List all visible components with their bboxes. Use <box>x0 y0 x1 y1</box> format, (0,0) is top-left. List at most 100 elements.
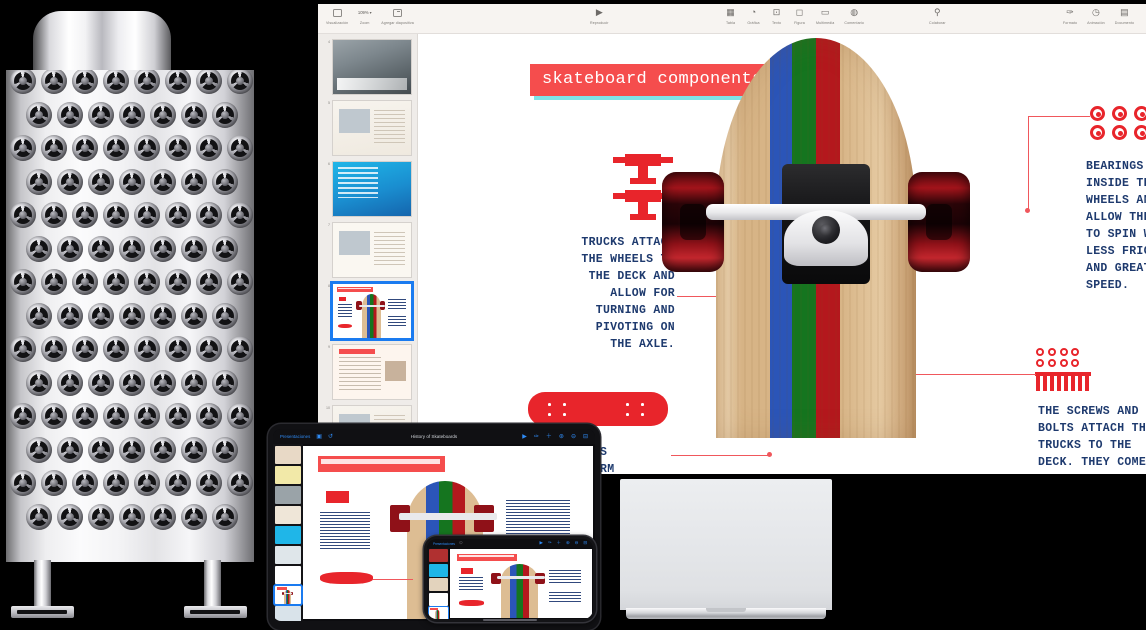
chart-button[interactable]: ◔ Gráfica <box>747 7 760 25</box>
media-icon[interactable]: ⊛ <box>566 540 570 545</box>
lattice-hole <box>103 470 129 496</box>
ipad-slide-thumbnail[interactable] <box>275 466 301 484</box>
slide-canvas[interactable]: skateboard components TRUCKS ATTACH THE W… <box>418 34 1146 474</box>
more-icon[interactable]: ⊟ <box>583 540 587 545</box>
slide-thumbnail[interactable] <box>330 281 414 341</box>
trucks-callout-text: TRUCKS ATTACH THE WHEELS TO THE DECK AND AL… <box>528 234 675 353</box>
table-icon: ▦ <box>726 7 735 17</box>
lattice-hole <box>25 436 52 463</box>
add-icon[interactable]: ＋ <box>557 540 561 545</box>
iphone-slide-navigator[interactable] <box>427 548 449 619</box>
play-icon[interactable]: ▶ <box>522 434 527 440</box>
slide-thumbnail[interactable] <box>332 222 412 278</box>
slide-navigator[interactable]: 4 5 6 7 8 9 10 <box>318 34 418 474</box>
iphone-screen: Presentaciones ⊙ ▶ ✑ ＋ ⊛ ⊖ ⊟ <box>427 539 593 621</box>
iphone-slide-thumbnail[interactable] <box>428 549 448 562</box>
animate-button[interactable]: ◷ Animación <box>1087 7 1105 25</box>
comment-button[interactable]: ◍ Comentario <box>844 7 864 25</box>
callout-line: ALLOW FOR <box>610 287 675 300</box>
lattice-hole <box>103 403 129 429</box>
lattice-hole <box>56 503 83 530</box>
toolbar-right-group: ✑ Formato ◷ Animación ▤ Documento <box>1063 7 1134 25</box>
collaborate-icon[interactable]: ⊖ <box>571 434 576 440</box>
screws-and-bolts-icon <box>1034 348 1091 391</box>
add-icon[interactable]: ＋ <box>546 434 552 440</box>
lattice-hole <box>103 336 129 362</box>
play-icon[interactable]: ▶ <box>539 540 542 545</box>
slide-thumbnail[interactable] <box>332 161 412 217</box>
text-button[interactable]: ⊡ Texto <box>770 7 783 25</box>
thumbnail-row[interactable]: 6 <box>324 161 413 217</box>
text-icon: ⊡ <box>772 7 781 17</box>
ipad-slide-thumbnail[interactable] <box>275 506 301 524</box>
slide-thumbnail[interactable] <box>332 344 412 400</box>
play-label: Reproducir <box>590 20 609 25</box>
toolbar-collab-group: ⚲ Colaborar <box>929 7 946 25</box>
add-slide-button[interactable]: Agregar diapositiva <box>381 7 414 25</box>
iphone-slide-canvas[interactable] <box>450 549 592 618</box>
lattice-hole <box>180 503 207 530</box>
view-button[interactable]: Visualización <box>326 7 348 25</box>
lattice-hole <box>118 369 145 396</box>
iphone-slide-thumbnail[interactable] <box>427 606 449 619</box>
more-icon[interactable]: ⊟ <box>583 434 588 440</box>
collaborate-icon[interactable]: ⊖ <box>575 540 579 545</box>
slide-thumbnail[interactable] <box>332 39 412 95</box>
media-button[interactable]: ▭ Multimedia <box>816 7 834 25</box>
shape-button[interactable]: ◻ Figura <box>793 7 806 25</box>
ipad-slide-thumbnail[interactable] <box>275 486 301 504</box>
document-button[interactable]: ▤ Documento <box>1115 7 1134 25</box>
lattice-hole <box>211 503 238 530</box>
thumbnail-row[interactable]: 4 <box>324 39 413 95</box>
bearing-ring <box>1112 106 1127 121</box>
leader-dot-bearings <box>1025 208 1030 213</box>
lattice-hole <box>196 336 222 362</box>
format-brush-icon[interactable]: ✑ <box>534 434 539 440</box>
undo-icon[interactable]: ↺ <box>328 434 333 440</box>
lattice-hole <box>87 168 114 195</box>
thumbnail-row[interactable]: 5 <box>324 100 413 156</box>
iphone-back-button[interactable]: Presentaciones <box>433 542 455 546</box>
table-button[interactable]: ▦ Tabla <box>724 7 737 25</box>
more-icon[interactable]: ⊙ <box>459 540 463 545</box>
leader-line-deck <box>671 455 771 457</box>
lattice-hole <box>180 235 207 262</box>
lattice-hole <box>25 235 52 262</box>
lattice-hole <box>196 470 222 496</box>
ipad-slide-thumbnail[interactable] <box>275 526 301 544</box>
slide-thumbnail[interactable] <box>332 100 412 156</box>
thumbnail-row[interactable]: 7 <box>324 222 413 278</box>
format-button[interactable]: ✑ Formato <box>1063 7 1077 25</box>
lattice-hole <box>118 503 145 530</box>
ipad-slide-thumbnail[interactable] <box>275 566 301 584</box>
ipad-slide-navigator[interactable] <box>273 444 303 621</box>
lattice-hole <box>227 336 253 362</box>
iphone-slide-thumbnail[interactable] <box>428 578 448 591</box>
lattice-hole <box>118 168 145 195</box>
zoom-button[interactable]: 109% ▾ Zoom <box>358 7 372 25</box>
lattice-hole <box>72 70 98 94</box>
thumbnail-row[interactable]: 9 <box>324 344 413 400</box>
lattice-hole <box>196 202 222 228</box>
iphone-slide-thumbnail[interactable] <box>428 592 448 606</box>
thumbnail-row[interactable]: 8 <box>324 281 414 341</box>
collaborate-button[interactable]: ⚲ Colaborar <box>929 7 946 25</box>
callout-line: DECK. THEY COME <box>1038 456 1146 469</box>
iphone-slide-thumbnail[interactable] <box>428 563 448 577</box>
ipad-slide-thumbnail[interactable] <box>275 546 301 564</box>
lattice-hole <box>165 403 191 429</box>
format-brush-icon[interactable]: ✑ <box>548 540 552 545</box>
lattice-hole <box>87 101 114 128</box>
ipad-slide-thumbnail[interactable] <box>275 446 301 464</box>
shape-icon: ◻ <box>795 7 804 17</box>
play-button[interactable]: ▶ Reproducir <box>590 7 609 25</box>
view-panel-icon <box>331 7 344 18</box>
navigator-icon[interactable]: ▣ <box>316 434 322 440</box>
ipad-back-button[interactable]: Presentaciones <box>280 434 310 439</box>
lattice-hole <box>149 168 176 195</box>
ipad-slide-thumbnail[interactable] <box>275 606 301 621</box>
lattice-hole <box>10 202 36 228</box>
slide-number: 5 <box>328 101 330 105</box>
ipad-slide-thumbnail[interactable] <box>273 584 303 606</box>
media-icon[interactable]: ⊛ <box>559 434 564 440</box>
